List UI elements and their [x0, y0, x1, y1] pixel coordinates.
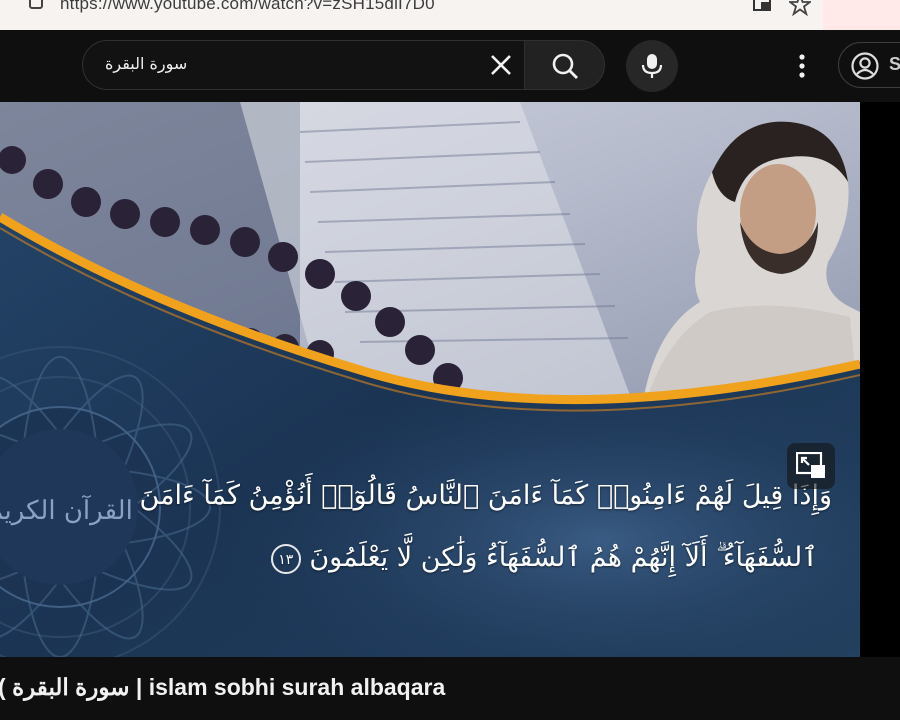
more-vert-icon[interactable] — [790, 52, 814, 80]
miniplayer-button[interactable] — [787, 443, 835, 489]
lock-icon[interactable] — [28, 0, 44, 12]
extension-icon[interactable] — [752, 0, 774, 14]
miniplayer-icon — [796, 452, 825, 478]
verse-line-2: ٱلسُّفَهَآءُ ۗ أَلَآ إِنَّهُمْ هُمُ ٱلسُ… — [265, 542, 818, 574]
search-box[interactable]: سورة البقرة — [82, 40, 524, 90]
browser-side-panel — [823, 0, 900, 30]
search-button[interactable] — [524, 40, 605, 90]
verse-line-1: وَإِذَا قِيلَ لَهُمْ ءَامِنُوا۟ كَمَآ ءَ… — [139, 480, 832, 511]
sign-in-button[interactable]: S — [838, 42, 900, 88]
mic-icon — [641, 54, 663, 78]
search-icon — [552, 53, 578, 79]
video-title: ( سورة البقرة | islam sobhi surah albaqa… — [0, 664, 900, 720]
star-icon[interactable] — [789, 0, 811, 16]
youtube-header: سورة البقرة S — [0, 30, 900, 102]
close-icon[interactable] — [488, 52, 514, 78]
search-input[interactable]: سورة البقرة — [105, 54, 187, 73]
verse-line-2-text: ٱلسُّفَهَآءُ ۗ أَلَآ إِنَّهُمْ هُمُ ٱلسُ… — [309, 542, 818, 573]
video-edge — [860, 102, 900, 657]
voice-search-button[interactable] — [626, 40, 678, 92]
account-icon — [851, 52, 879, 80]
ayah-number: ١٣ — [270, 543, 301, 574]
video-player[interactable]: القرآن الكريم وَإِذَا قِيلَ لَهُمْ ءَامِ… — [0, 102, 860, 657]
url-text[interactable]: https://www.youtube.com/watch?v=zSH15dlI… — [60, 0, 435, 14]
calligraphy-text: القرآن الكريم — [0, 494, 133, 526]
video-title-text: ( سورة البقرة | islam sobhi surah albaqa… — [0, 674, 446, 700]
browser-address-bar: https://www.youtube.com/watch?v=zSH15dlI… — [0, 0, 900, 30]
sign-in-label: S — [889, 54, 900, 74]
